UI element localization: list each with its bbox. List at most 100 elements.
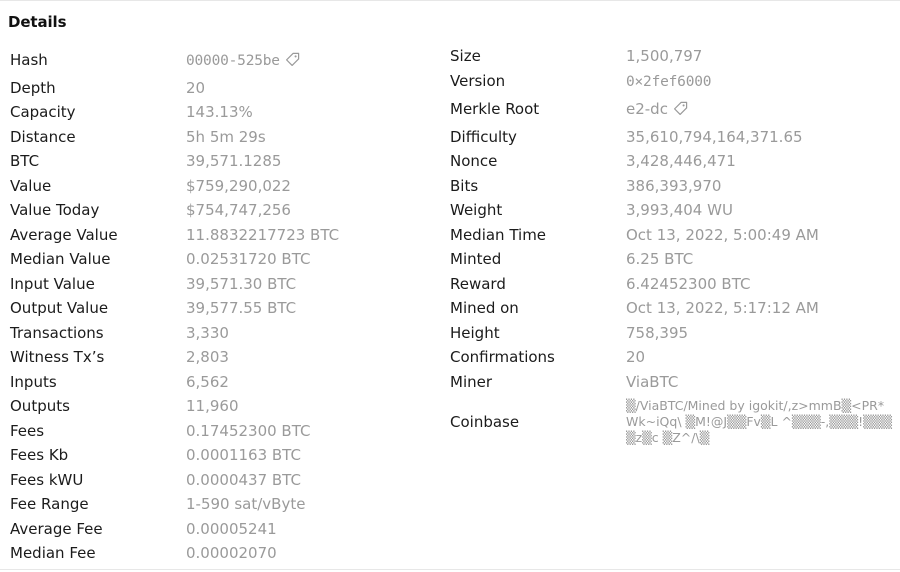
miner-value-wrap: ViaBTC — [626, 372, 678, 392]
btc-value: 39,571.1285 — [186, 152, 282, 170]
input-value-value: 39,571.30 BTC — [186, 275, 297, 293]
nonce-label: Nonce — [450, 152, 498, 170]
transactions-value: 3,330 — [186, 324, 229, 342]
fees-kb-label: Fees Kb — [10, 446, 69, 464]
reward-label: Reward — [450, 275, 506, 293]
nonce-value: 3,428,446,471 — [626, 152, 736, 170]
miner-value: ViaBTC — [626, 373, 679, 391]
average-value-value-wrap: 11.8832217723 BTC — [186, 225, 339, 245]
median-value-value-wrap: 0.02531720 BTC — [186, 249, 310, 269]
size-label: Size — [450, 47, 481, 65]
detail-row-witness-txs: Witness Tx’s 2,803 — [0, 347, 440, 367]
version-label: Version — [450, 72, 506, 90]
bits-label: Bits — [450, 177, 479, 195]
detail-row-average-fee: Average Fee 0.00005241 — [0, 519, 440, 539]
value-today-value-wrap: $754,747,256 — [186, 200, 291, 220]
detail-row-average-value: Average Value 11.8832217723 BTC — [0, 225, 440, 245]
detail-row-median-fee: Median Fee 0.00002070 — [0, 543, 440, 563]
capacity-value-wrap: 143.13% — [186, 102, 253, 122]
inputs-label: Inputs — [10, 373, 57, 391]
minted-label: Minted — [450, 250, 502, 268]
detail-row-confirmations: Confirmations 20 — [440, 347, 900, 367]
fees-kb-value-wrap: 0.0001163 BTC — [186, 445, 301, 465]
detail-row-nonce: Nonce 3,428,446,471 — [440, 151, 900, 171]
median-time-value: Oct 13, 2022, 5:00:49 AM — [626, 226, 819, 244]
input-value-label: Input Value — [10, 275, 95, 293]
fees-kb-value: 0.0001163 BTC — [186, 446, 301, 464]
coinbase-value: ▒/ViaBTC/Mined by igokit/,z>mmB▒<PR*Wk~i… — [626, 398, 892, 445]
btc-label: BTC — [10, 152, 40, 170]
depth-value-wrap: 20 — [186, 78, 205, 98]
minted-value-wrap: 6.25 BTC — [626, 249, 693, 269]
detail-row-fees-kwu: Fees kWU 0.0000437 BTC — [0, 470, 440, 490]
detail-row-depth: Depth 20 — [0, 78, 440, 98]
witness-txs-label: Witness Tx’s — [10, 348, 105, 366]
confirmations-label: Confirmations — [450, 348, 555, 366]
tag-icon[interactable] — [285, 52, 300, 67]
detail-row-capacity: Capacity 143.13% — [0, 102, 440, 122]
witness-txs-value: 2,803 — [186, 348, 229, 366]
output-value-label: Output Value — [10, 299, 109, 317]
median-value-value: 0.02531720 BTC — [186, 250, 311, 268]
coinbase-label: Coinbase — [450, 413, 520, 431]
difficulty-value-wrap: 35,610,794,164,371.65 — [626, 127, 803, 147]
detail-row-hash: Hash 00000-525be — [0, 50, 440, 70]
merkle-root-value: e2-dc — [626, 100, 668, 118]
version-value-wrap: 0×2fef6000 — [626, 71, 712, 92]
detail-row-distance: Distance 5h 5m 29s — [0, 127, 440, 147]
detail-row-merkle-root: Merkle Root e2-dc — [440, 99, 900, 119]
median-time-label: Median Time — [450, 226, 547, 244]
average-fee-value-wrap: 0.00005241 — [186, 519, 277, 539]
detail-row-mined-on: Mined on Oct 13, 2022, 5:17:12 AM — [440, 298, 900, 318]
average-value-label: Average Value — [10, 226, 118, 244]
distance-value: 5h 5m 29s — [186, 128, 266, 146]
detail-row-inputs: Inputs 6,562 — [0, 372, 440, 392]
average-fee-value: 0.00005241 — [186, 520, 277, 538]
fees-kwu-label: Fees kWU — [10, 471, 84, 489]
reward-value: 6.42452300 BTC — [626, 275, 751, 293]
hash-value: 00000-525be — [186, 53, 280, 69]
distance-value-wrap: 5h 5m 29s — [186, 127, 266, 147]
bits-value: 386,393,970 — [626, 177, 722, 195]
hash-label: Hash — [10, 51, 48, 69]
detail-row-size: Size 1,500,797 — [440, 46, 900, 66]
detail-row-bits: Bits 386,393,970 — [440, 176, 900, 196]
depth-value: 20 — [186, 79, 206, 97]
detail-row-fees-kb: Fees Kb 0.0001163 BTC — [0, 445, 440, 465]
average-value-value: 11.8832217723 BTC — [186, 226, 340, 244]
witness-txs-value-wrap: 2,803 — [186, 347, 229, 367]
difficulty-label: Difficulty — [450, 128, 517, 146]
detail-row-height: Height 758,395 — [440, 323, 900, 343]
input-value-value-wrap: 39,571.30 BTC — [186, 274, 296, 294]
height-value: 758,395 — [626, 324, 689, 342]
depth-label: Depth — [10, 79, 56, 97]
difficulty-value: 35,610,794,164,371.65 — [626, 128, 803, 146]
mined-on-label: Mined on — [450, 299, 519, 317]
confirmations-value: 20 — [626, 348, 646, 366]
merkle-root-label: Merkle Root — [450, 100, 540, 118]
capacity-value: 143.13% — [186, 103, 253, 121]
output-value-value: 39,577.55 BTC — [186, 299, 297, 317]
median-fee-value: 0.00002070 — [186, 544, 277, 562]
outputs-value-wrap: 11,960 — [186, 396, 239, 416]
detail-row-btc: BTC 39,571.1285 — [0, 151, 440, 171]
height-label: Height — [450, 324, 500, 342]
miner-label: Miner — [450, 373, 493, 391]
detail-row-minted: Minted 6.25 BTC — [440, 249, 900, 269]
btc-value-wrap: 39,571.1285 — [186, 151, 281, 171]
detail-row-reward: Reward 6.42452300 BTC — [440, 274, 900, 294]
fees-value: 0.17452300 BTC — [186, 422, 311, 440]
minted-value: 6.25 BTC — [626, 250, 694, 268]
average-fee-label: Average Fee — [10, 520, 103, 538]
fees-value-wrap: 0.17452300 BTC — [186, 421, 310, 441]
outputs-label: Outputs — [10, 397, 70, 415]
transactions-label: Transactions — [10, 324, 104, 342]
tag-icon[interactable] — [673, 101, 688, 116]
fees-label: Fees — [10, 422, 45, 440]
top-divider — [0, 0, 900, 1]
hash-value-wrap: 00000-525be — [186, 50, 300, 71]
nonce-value-wrap: 3,428,446,471 — [626, 151, 736, 171]
detail-row-difficulty: Difficulty 35,610,794,164,371.65 — [440, 127, 900, 147]
confirmations-value-wrap: 20 — [626, 347, 645, 367]
detail-row-input-value: Input Value 39,571.30 BTC — [0, 274, 440, 294]
